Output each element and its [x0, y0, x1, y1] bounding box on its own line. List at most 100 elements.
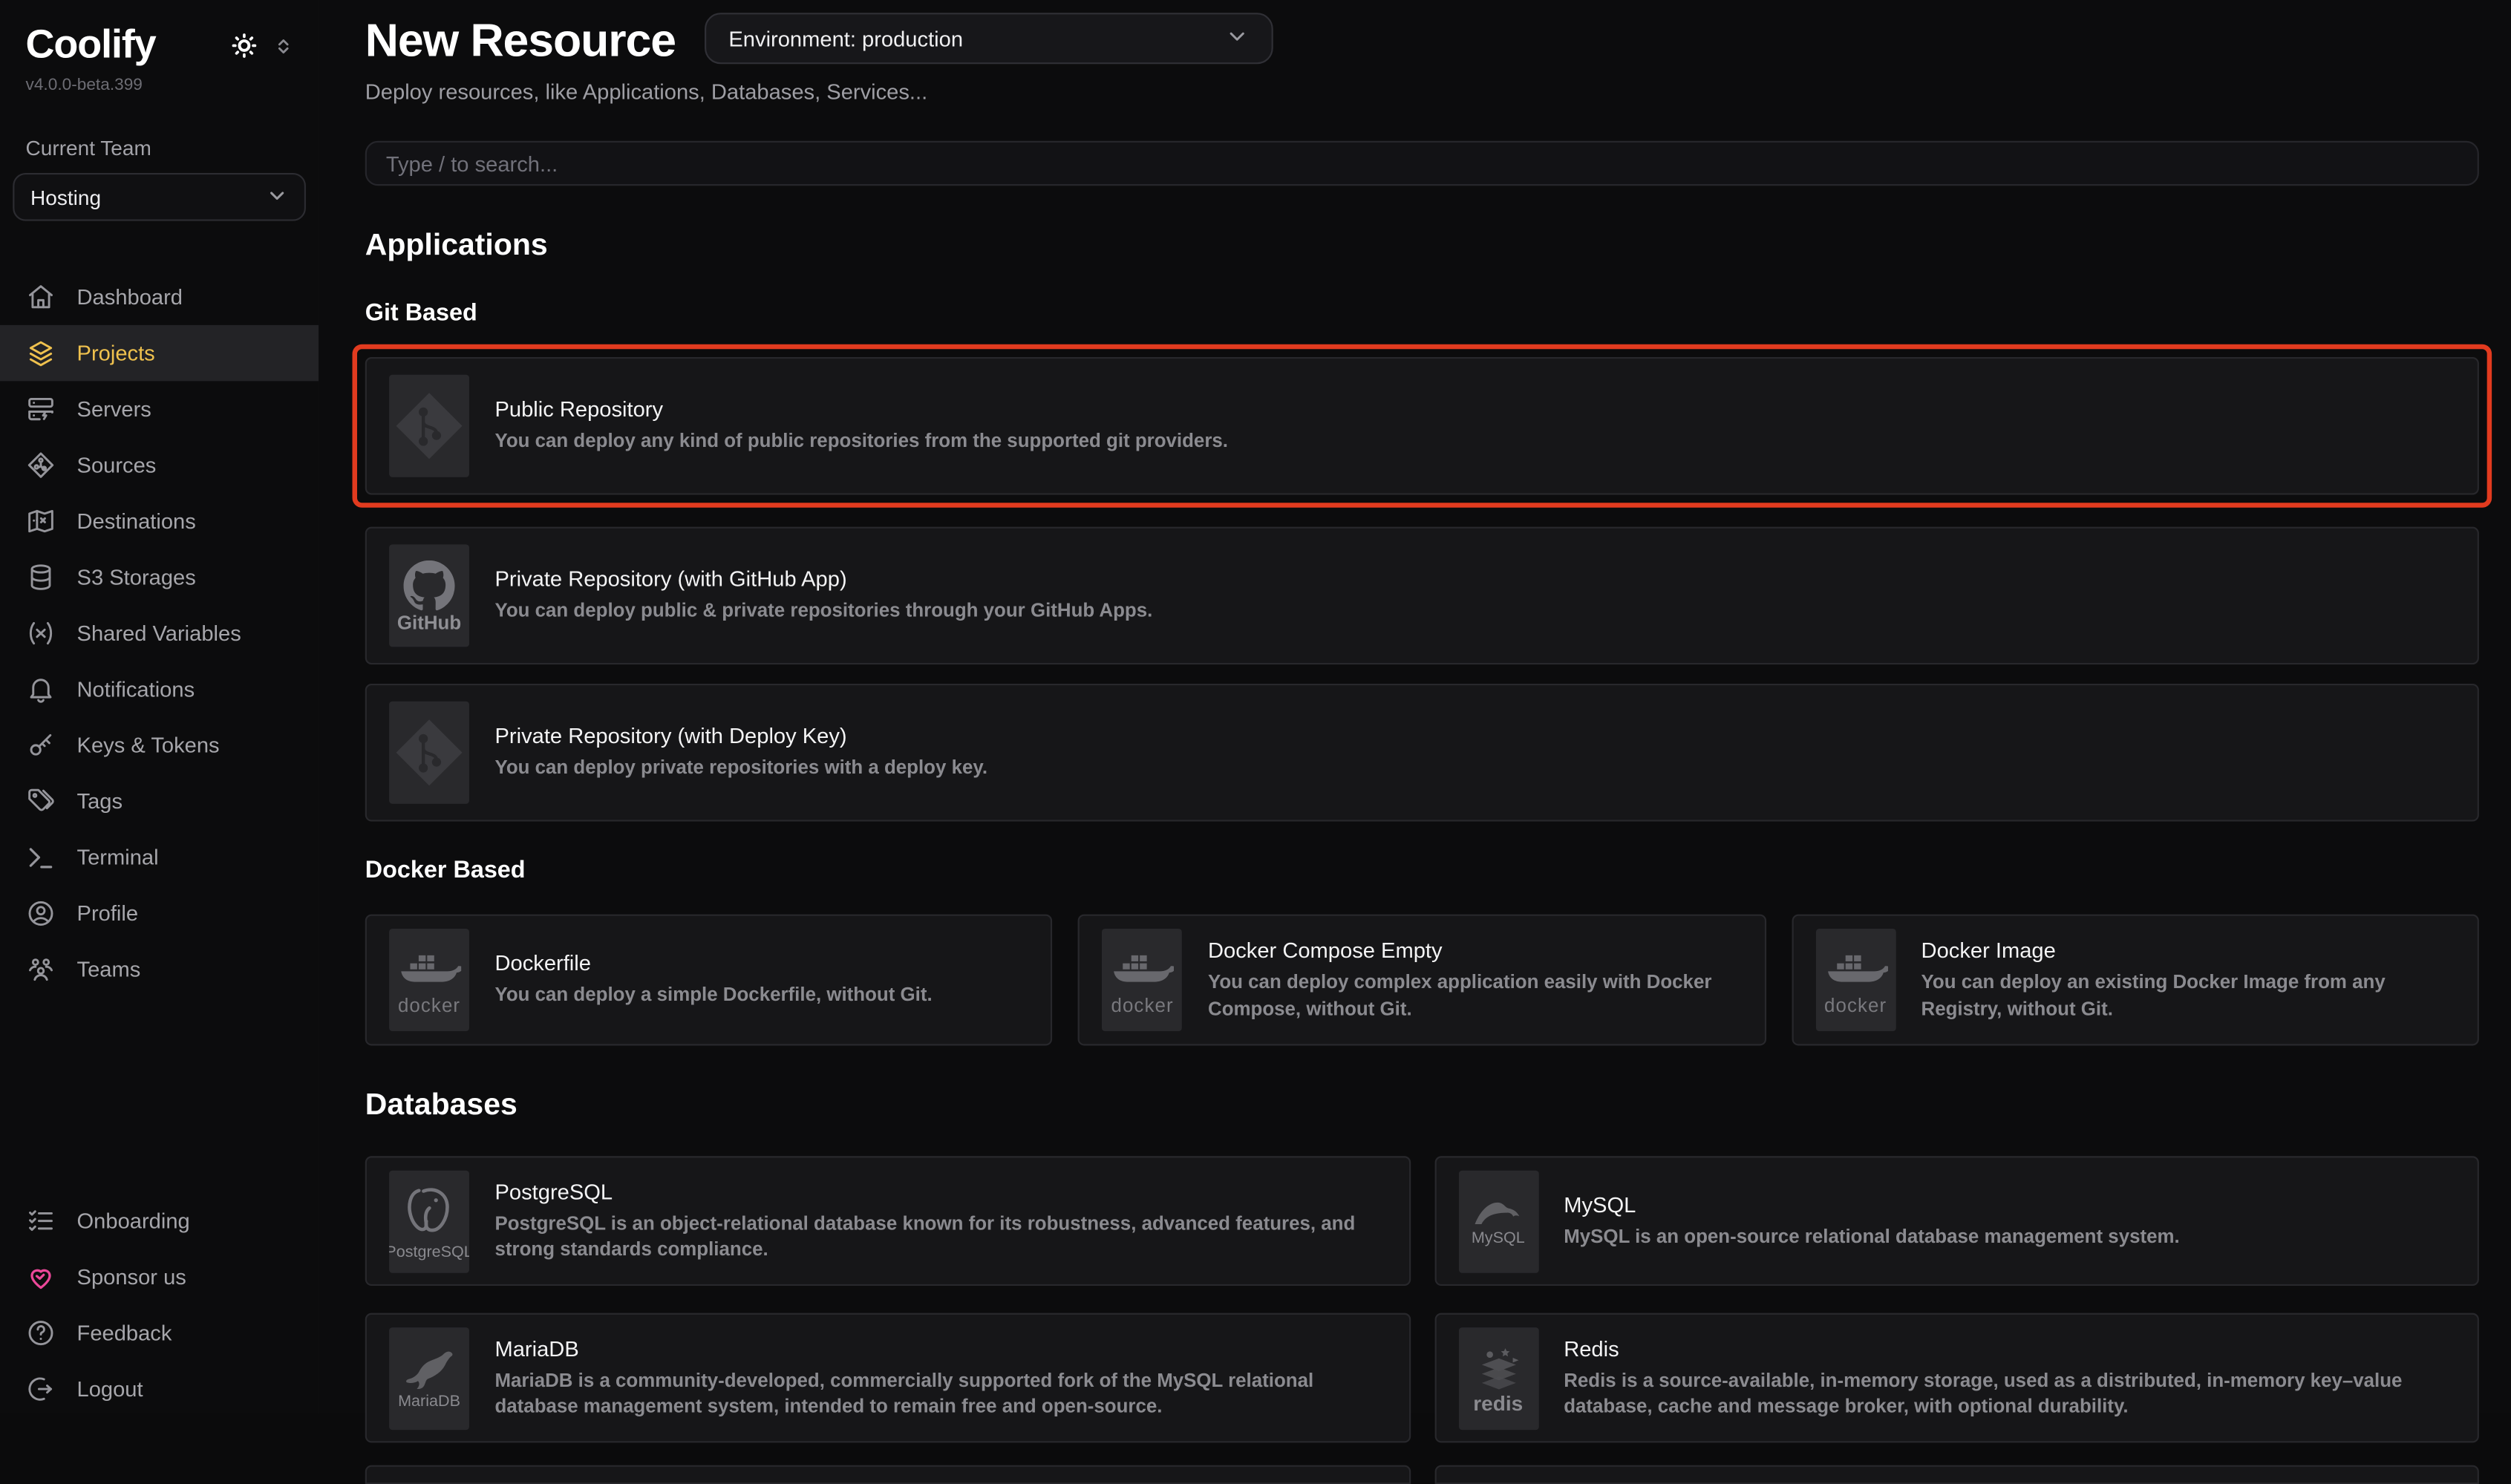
github-logo-text: GitHub	[397, 615, 461, 631]
card-description: You can deploy complex application easil…	[1208, 970, 1742, 1022]
team-select-value: Hosting	[30, 185, 101, 209]
sidebar-item-notifications[interactable]: Notifications	[0, 661, 319, 717]
applications-heading: Applications	[365, 229, 2479, 264]
sidebar-item-dashboard[interactable]: Dashboard	[0, 269, 319, 324]
logout-icon	[26, 1374, 56, 1405]
docker-logo-text: docker	[398, 998, 460, 1014]
sidebar-item-s3-storages[interactable]: S3 Storages	[0, 549, 319, 605]
databases-heading: Databases	[365, 1089, 2479, 1124]
main-content: New Resource Environment: production Dep…	[319, 0, 2511, 1414]
checklist-icon	[26, 1206, 56, 1236]
card-redis[interactable]: redis Redis Redis is a source-available,…	[1434, 1313, 2479, 1443]
card-title: PostgreSQL	[494, 1180, 1385, 1203]
chevron-down-icon	[266, 183, 288, 211]
tag-icon	[26, 786, 56, 817]
page-title: New Resource	[365, 16, 676, 68]
git-icon	[389, 375, 469, 477]
sidebar-item-servers[interactable]: Servers	[0, 381, 319, 437]
mariadb-logo-text: MariaDB	[398, 1394, 460, 1411]
app-version: v4.0.0-beta.399	[0, 69, 319, 95]
sidebar-item-feedback[interactable]: Feedback	[0, 1305, 319, 1361]
sidebar-item-tags[interactable]: Tags	[0, 774, 319, 829]
variable-icon	[26, 618, 56, 649]
selected-card-outline: Public Repository You can deploy any kin…	[353, 344, 2492, 508]
page-subtitle: Deploy resources, like Applications, Dat…	[365, 80, 2479, 104]
key-icon	[26, 730, 56, 761]
database-cards-grid: PostgreSQL PostgreSQL PostgreSQL is an o…	[365, 1156, 2479, 1442]
docker-logo: docker	[389, 929, 469, 1031]
docker-logo: docker	[1103, 929, 1183, 1031]
chevron-down-icon	[1225, 24, 1249, 53]
coolify-logo[interactable]: Coolify	[26, 22, 156, 69]
sidebar: Coolify v4.0.0-beta.399 Current Team Hos…	[0, 0, 320, 1414]
card-postgresql[interactable]: PostgreSQL PostgreSQL PostgreSQL is an o…	[365, 1156, 1410, 1286]
card-title: Docker Image	[1921, 939, 2455, 963]
card-cutoff[interactable]	[365, 1465, 1410, 1484]
users-icon	[26, 955, 56, 985]
current-team-label: Current Team	[0, 94, 319, 160]
card-dockerfile[interactable]: docker Dockerfile You can deploy a simpl…	[365, 915, 1053, 1046]
chevron-up-down-icon[interactable]	[274, 34, 293, 56]
card-docker-compose-empty[interactable]: docker Docker Compose Empty You can depl…	[1078, 915, 1766, 1046]
sidebar-item-logout[interactable]: Logout	[0, 1361, 319, 1416]
card-title: Dockerfile	[494, 952, 932, 975]
card-title: Docker Compose Empty	[1208, 939, 1742, 963]
user-circle-icon	[26, 898, 56, 929]
help-circle-icon	[26, 1318, 56, 1348]
sidebar-item-terminal[interactable]: Terminal	[0, 829, 319, 885]
card-description: MySQL is an open-source relational datab…	[1564, 1223, 2179, 1249]
docker-logo-text: docker	[1111, 998, 1173, 1014]
card-public-repository[interactable]: Public Repository You can deploy any kin…	[365, 357, 2479, 494]
card-mariadb[interactable]: MariaDB MariaDB MariaDB is a community-d…	[365, 1313, 1410, 1443]
sidebar-item-sponsor-us[interactable]: Sponsor us	[0, 1249, 319, 1304]
theme-toggle-sun-icon[interactable]	[231, 32, 258, 59]
sidebar-item-profile[interactable]: Profile	[0, 886, 319, 941]
card-description: MariaDB is a community-developed, commer…	[494, 1367, 1385, 1419]
mysql-logo: MySQL	[1458, 1170, 1538, 1272]
mariadb-logo: MariaDB	[389, 1327, 469, 1429]
bell-icon	[26, 674, 56, 705]
sidebar-item-projects[interactable]: Projects	[0, 325, 319, 381]
card-title: MySQL	[1564, 1193, 2179, 1217]
card-private-repository-github-app[interactable]: GitHub Private Repository (with GitHub A…	[365, 527, 2479, 664]
git-icon	[389, 702, 469, 804]
team-select[interactable]: Hosting	[13, 173, 306, 221]
search-bar	[365, 141, 2479, 186]
server-icon	[26, 394, 56, 425]
card-cutoff[interactable]	[1434, 1465, 2479, 1484]
card-title: Private Repository (with GitHub App)	[494, 567, 1152, 591]
sidebar-item-teams[interactable]: Teams	[0, 941, 319, 997]
next-row-cards-cutoff	[365, 1465, 2479, 1484]
git-based-heading: Git Based	[365, 299, 2479, 327]
database-icon	[26, 562, 56, 592]
postgresql-logo-text: PostgreSQL	[389, 1245, 469, 1261]
sidebar-item-destinations[interactable]: Destinations	[0, 493, 319, 549]
sidebar-header-icons	[231, 32, 293, 59]
sidebar-item-shared-variables[interactable]: Shared Variables	[0, 605, 319, 661]
git-source-icon	[26, 450, 56, 480]
docker-based-heading: Docker Based	[365, 857, 2479, 884]
docker-cards-grid: docker Dockerfile You can deploy a simpl…	[365, 915, 2479, 1046]
app-window: Coolify v4.0.0-beta.399 Current Team Hos…	[0, 0, 2511, 1414]
environment-select[interactable]: Environment: production	[705, 13, 1273, 64]
card-description: PostgreSQL is an object-relational datab…	[494, 1210, 1385, 1262]
postgresql-logo: PostgreSQL	[389, 1170, 469, 1272]
redis-logo-text: redis	[1473, 1396, 1523, 1412]
search-input[interactable]	[367, 151, 2478, 175]
mysql-logo-text: MySQL	[1472, 1231, 1525, 1247]
card-title: Private Repository (with Deploy Key)	[494, 725, 987, 748]
card-description: You can deploy a simple Dockerfile, with…	[494, 982, 932, 1008]
card-private-repository-deploy-key[interactable]: Private Repository (with Deploy Key) You…	[365, 684, 2479, 821]
github-logo: GitHub	[389, 544, 469, 647]
home-icon	[26, 282, 56, 313]
card-docker-image[interactable]: docker Docker Image You can deploy an ex…	[1792, 915, 2479, 1046]
card-mysql[interactable]: MySQL MySQL MySQL is an open-source rela…	[1434, 1156, 2479, 1286]
sidebar-item-sources[interactable]: Sources	[0, 437, 319, 493]
sidebar-item-onboarding[interactable]: Onboarding	[0, 1193, 319, 1249]
redis-logo: redis	[1458, 1327, 1538, 1429]
layers-icon	[26, 338, 56, 368]
card-description: Redis is a source-available, in-memory s…	[1564, 1367, 2455, 1419]
sidebar-nav: Dashboard Projects Servers Sources Desti…	[0, 269, 319, 997]
heart-hands-icon	[26, 1262, 56, 1292]
sidebar-item-keys-tokens[interactable]: Keys & Tokens	[0, 717, 319, 773]
